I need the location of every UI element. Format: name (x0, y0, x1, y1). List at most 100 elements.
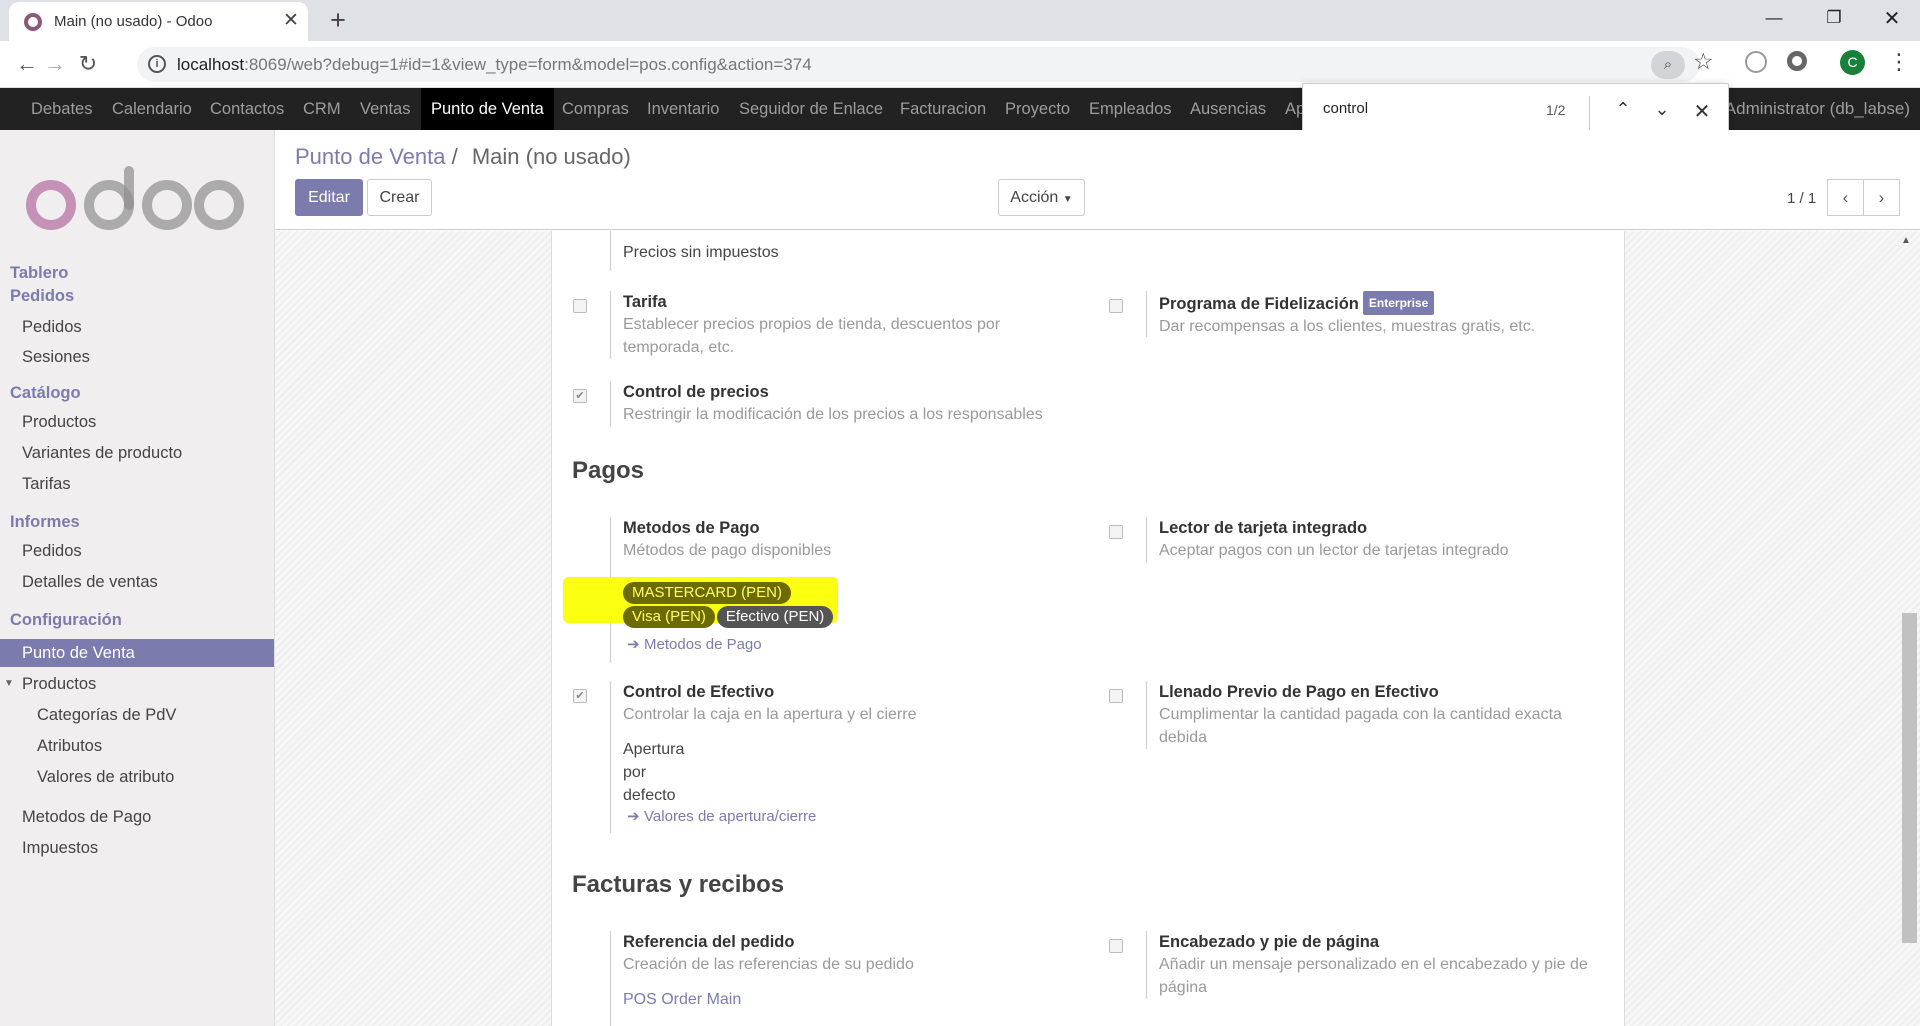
window-close-icon[interactable]: ✕ (1879, 6, 1905, 32)
edit-button[interactable]: Editar (295, 179, 363, 216)
lector-tarjeta-title: Lector de tarjeta integrado (1159, 519, 1368, 537)
menu-tarifas[interactable]: Tarifas (0, 470, 274, 498)
reload-icon[interactable]: ↻ (73, 49, 103, 79)
control-efectivo-checkbox[interactable]: ✔ (573, 689, 587, 703)
minimize-icon[interactable]: — (1762, 8, 1786, 32)
action-dropdown[interactable]: Acción ▼ (998, 179, 1085, 216)
nav-proyecto[interactable]: Proyecto (995, 88, 1080, 130)
back-icon[interactable]: ← (12, 49, 42, 79)
setting-divider (1146, 681, 1147, 749)
restore-icon[interactable]: ❐ (1822, 8, 1846, 32)
pager-previous-icon[interactable]: ‹ (1827, 179, 1864, 216)
menu-categorias-pdv[interactable]: Categorías de PdV (0, 701, 274, 729)
menu-sesiones[interactable]: Sesiones (0, 343, 274, 371)
control-panel: Punto de Venta / Main (no usado) Editar … (275, 130, 1920, 230)
referencia-pedido-value[interactable]: POS Order Main (623, 988, 1093, 1011)
nav-compras[interactable]: Compras (552, 88, 639, 130)
setting-metodos-pago: Metodos de Pago Métodos de pago disponib… (563, 517, 1093, 663)
llenado-previo-checkbox[interactable] (1109, 689, 1123, 703)
referencia-pedido-desc: Creación de las referencias de su pedido (623, 956, 914, 973)
setting-divider (1146, 931, 1147, 999)
valores-apertura-link[interactable]: Valores de apertura/cierre (644, 808, 816, 825)
menu-variantes[interactable]: Variantes de producto (0, 439, 274, 467)
extension-circle-icon[interactable] (1787, 51, 1807, 71)
tag-visa[interactable]: Visa (PEN) (623, 606, 715, 628)
extension-icon[interactable] (1745, 51, 1767, 73)
control-efectivo-title: Control de Efectivo (623, 683, 775, 701)
find-input[interactable]: control (1323, 100, 1368, 117)
scrollbar-thumb[interactable] (1902, 613, 1917, 943)
control-precios-title: Control de precios (623, 383, 769, 401)
nav-seguidor-de-enlace[interactable]: Seguidor de Enlace (729, 88, 893, 130)
setting-control-efectivo: ✔ Control de Efectivo Controlar la caja … (573, 681, 1093, 833)
address-bar[interactable]: i localhost:8069/web?debug=1#id=1&view_t… (137, 47, 1714, 82)
tag-efectivo[interactable]: Efectivo (PEN) (716, 606, 834, 628)
menu-atributos[interactable]: Atributos (0, 732, 274, 760)
menu-tablero[interactable]: Tablero (10, 264, 68, 283)
menu-informes-pedidos[interactable]: Pedidos (0, 537, 274, 565)
control-precios-checkbox[interactable]: ✔ (573, 389, 587, 403)
metodos-pago-link[interactable]: Metodos de Pago (644, 636, 762, 653)
nav-ausencias[interactable]: Ausencias (1180, 88, 1276, 130)
find-close-icon[interactable]: ✕ (1689, 99, 1715, 127)
create-button[interactable]: Crear (367, 179, 432, 216)
menu-metodos-pago[interactable]: Metodos de Pago (0, 803, 274, 831)
setting-lector-tarjeta: Lector de tarjeta integrado Aceptar pago… (1109, 517, 1629, 563)
payment-tags: MASTERCARD (PEN) Visa (PEN) Efectivo (PEN… (623, 582, 1093, 628)
nav-crm[interactable]: CRM (293, 88, 351, 130)
breadcrumb-parent[interactable]: Punto de Venta (295, 144, 445, 169)
new-tab-button[interactable]: + (325, 4, 351, 36)
llenado-previo-desc: Cumplimentar la cantidad pagada con la c… (1159, 706, 1562, 746)
nav-inventario[interactable]: Inventario (637, 88, 729, 130)
find-previous-icon[interactable]: ⌃ (1610, 99, 1636, 127)
nav-empleados[interactable]: Empleados (1079, 88, 1182, 130)
lector-tarjeta-checkbox[interactable] (1109, 525, 1123, 539)
fidelizacion-checkbox[interactable] (1109, 299, 1123, 313)
menu-impuestos[interactable]: Impuestos (0, 834, 274, 862)
scroll-up-arrow-icon[interactable]: ▲ (1901, 235, 1911, 246)
setting-divider (1146, 291, 1147, 337)
pager-value: 1 / 1 (1787, 190, 1817, 207)
browser-tab[interactable]: Main (no usado) - Odoo ✕ (9, 2, 308, 41)
menu-valores-atributo[interactable]: Valores de atributo (0, 763, 274, 791)
nav-calendario[interactable]: Calendario (102, 88, 202, 130)
nav-ventas[interactable]: Ventas (350, 88, 420, 130)
tarifa-desc: Establecer precios propios de tienda, de… (623, 316, 1001, 356)
site-info-icon[interactable]: i (148, 55, 166, 73)
tag-mastercard[interactable]: MASTERCARD (PEN) (623, 582, 792, 604)
setting-divider (610, 231, 611, 271)
bookmark-star-icon[interactable]: ☆ (1693, 48, 1714, 75)
fidelizacion-title: Programa de Fidelización (1159, 295, 1359, 313)
menu-detalles-ventas[interactable]: Detalles de ventas (0, 568, 274, 596)
find-next-icon[interactable]: ⌄ (1649, 99, 1675, 127)
nav-debates[interactable]: Debates (21, 88, 102, 130)
menu-heading-informes[interactable]: Informes (10, 513, 80, 532)
find-in-page-icon[interactable]: ⌕ (1651, 51, 1685, 79)
tab-close-icon[interactable]: ✕ (281, 9, 301, 33)
nav-punto-de-venta[interactable]: Punto de Venta (421, 88, 554, 130)
breadcrumb-current: Main (no usado) (471, 144, 631, 169)
menu-heading-catalogo[interactable]: Catálogo (10, 384, 81, 403)
section-pagos-title: Pagos (572, 457, 645, 484)
tarifa-checkbox[interactable] (573, 299, 587, 313)
nav-facturacion[interactable]: Facturacion (890, 88, 996, 130)
menu-heading-configuracion[interactable]: Configuración (10, 611, 122, 630)
setting-referencia-pedido: Referencia del pedido Creación de las re… (610, 931, 1093, 1026)
pager-next-icon[interactable]: › (1863, 179, 1900, 216)
menu-pedidos[interactable]: Pedidos (0, 313, 274, 341)
menu-punto-de-venta[interactable]: Punto de Venta (0, 639, 274, 667)
enterprise-badge: Enterprise (1362, 291, 1435, 315)
browser-menu-icon[interactable]: ⋮ (1888, 49, 1910, 79)
encabezado-pie-checkbox[interactable] (1109, 939, 1123, 953)
metodos-pago-desc: Métodos de pago disponibles (623, 542, 832, 559)
menu-config-productos[interactable]: Productos (0, 670, 274, 698)
menu-heading-pedidos[interactable]: Pedidos (10, 287, 74, 306)
breadcrumb-separator: / (451, 144, 458, 169)
menu-productos[interactable]: Productos (0, 408, 274, 436)
fidelizacion-desc: Dar recompensas a los clientes, muestras… (1159, 318, 1536, 335)
profile-avatar[interactable]: C (1840, 50, 1865, 75)
nav-contactos[interactable]: Contactos (200, 88, 294, 130)
caret-down-icon: ▼ (1062, 194, 1073, 205)
user-menu[interactable]: Administrator (db_labse) (1725, 88, 1910, 130)
forward-icon[interactable]: → (40, 49, 70, 79)
